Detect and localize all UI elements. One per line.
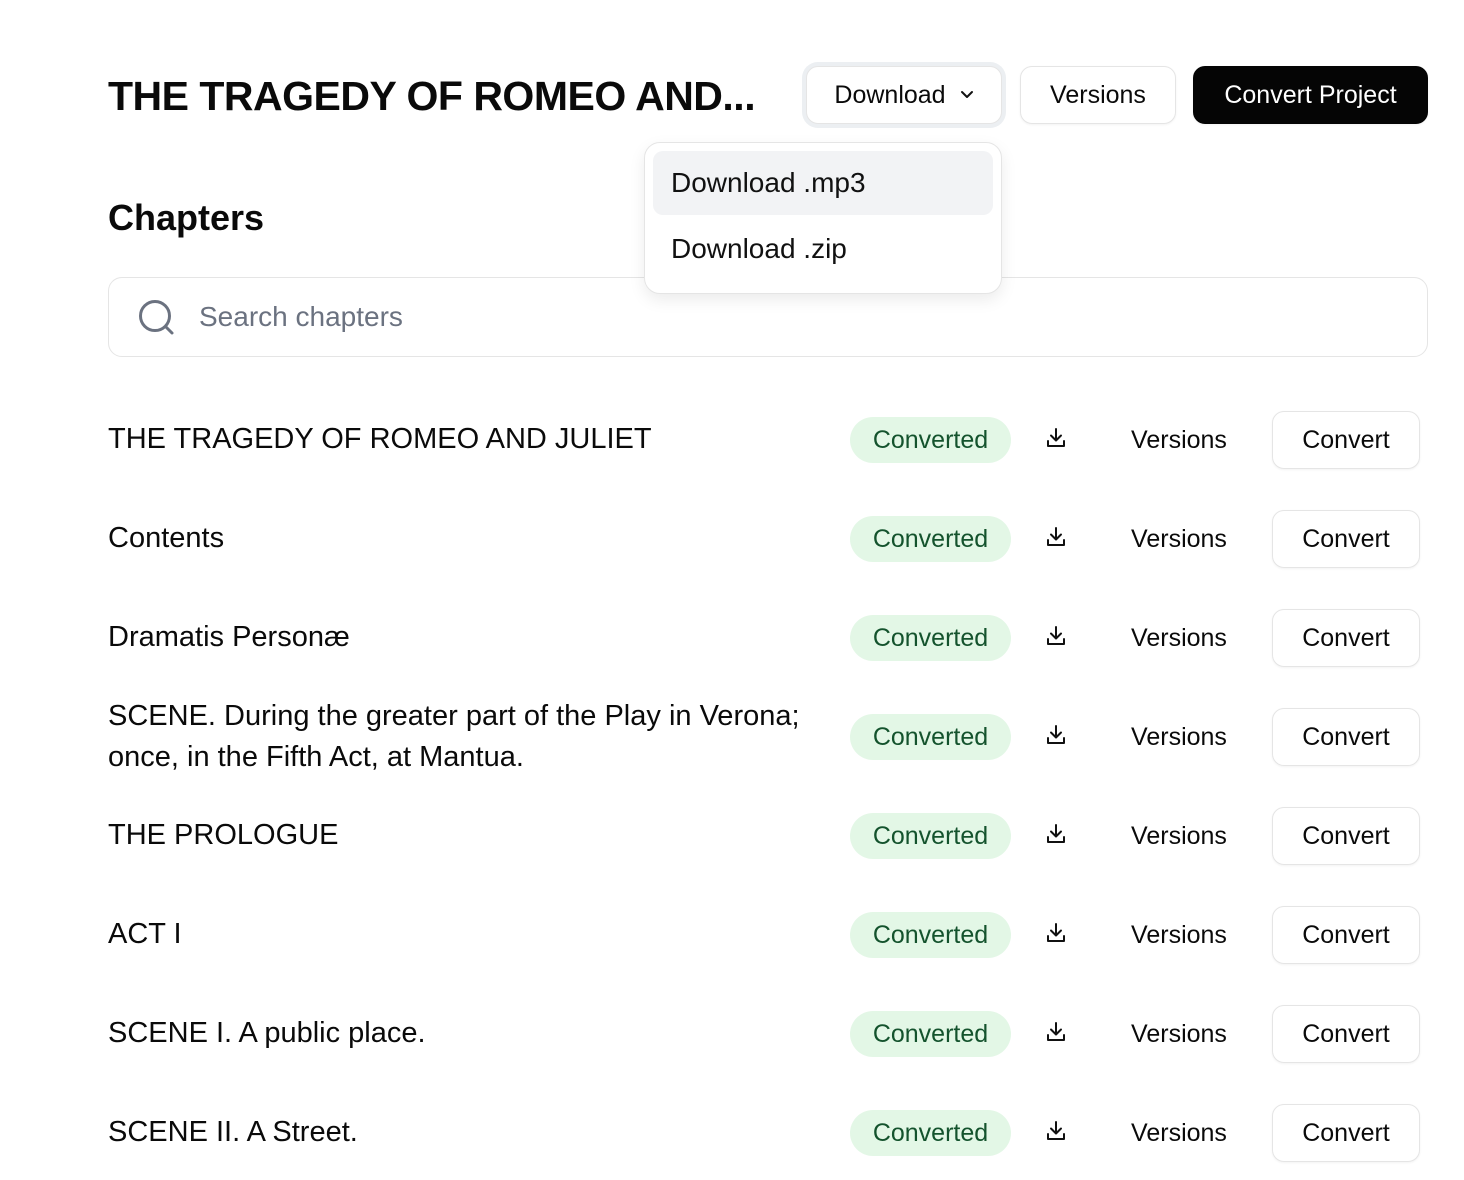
chapter-convert-button[interactable]: Convert (1272, 807, 1420, 865)
chapter-title: Contents (108, 522, 225, 554)
download-icon (1045, 526, 1067, 553)
chapter-download-button[interactable] (1038, 522, 1074, 556)
chapter-row: Dramatis Personæ Converted Versions Conv… (0, 588, 1464, 687)
chapter-title: SCENE II. A Street. (108, 1116, 358, 1148)
chapter-convert-button[interactable]: Convert (1272, 906, 1420, 964)
chapter-title: ACT I (108, 918, 182, 950)
download-icon (1045, 427, 1067, 454)
chapter-row: Contents Converted Versions Convert (0, 489, 1464, 588)
chapter-versions-button[interactable]: Versions (1104, 912, 1254, 958)
chapter-download-button[interactable] (1038, 918, 1074, 952)
chevron-down-icon (960, 90, 974, 100)
chapter-download-button[interactable] (1038, 720, 1074, 754)
project-header: THE TRAGEDY OF ROMEO AND... Download Ver… (108, 66, 1428, 126)
chapter-versions-button[interactable]: Versions (1104, 714, 1254, 760)
chapters-heading: Chapters (108, 197, 265, 238)
chapter-convert-button[interactable]: Convert (1272, 510, 1420, 568)
chapter-row: THE TRAGEDY OF ROMEO AND JULIET Converte… (0, 390, 1464, 489)
chapter-download-button[interactable] (1038, 621, 1074, 655)
chapter-convert-button[interactable]: Convert (1272, 1104, 1420, 1162)
download-button-label: Download (834, 80, 946, 109)
search-icon (137, 298, 177, 343)
download-icon (1045, 823, 1067, 850)
chapter-list: THE TRAGEDY OF ROMEO AND JULIET Converte… (0, 390, 1464, 1180)
download-icon (1045, 625, 1067, 652)
chapter-versions-button[interactable]: Versions (1104, 1110, 1254, 1156)
status-badge: Converted (850, 417, 1011, 463)
menu-item-download-zip[interactable]: Download .zip (653, 217, 993, 281)
chapter-versions-button[interactable]: Versions (1104, 516, 1254, 562)
chapter-download-button[interactable] (1038, 423, 1074, 457)
chapter-download-button[interactable] (1038, 819, 1074, 853)
chapter-versions-button[interactable]: Versions (1104, 417, 1254, 463)
versions-button[interactable]: Versions (1020, 66, 1176, 124)
status-badge: Converted (850, 1110, 1011, 1156)
chapter-versions-button[interactable]: Versions (1104, 1011, 1254, 1057)
chapter-convert-button[interactable]: Convert (1272, 609, 1420, 667)
chapter-download-button[interactable] (1038, 1017, 1074, 1051)
project-title: THE TRAGEDY OF ROMEO AND... (108, 73, 756, 119)
download-icon (1045, 1120, 1067, 1147)
status-badge: Converted (850, 813, 1011, 859)
status-badge: Converted (850, 912, 1011, 958)
status-badge: Converted (850, 516, 1011, 562)
download-button[interactable]: Download (806, 66, 1002, 124)
status-badge: Converted (850, 615, 1011, 661)
chapter-convert-button[interactable]: Convert (1272, 1005, 1420, 1063)
chapter-row: THE PROLOGUE Converted Versions Convert (0, 786, 1464, 885)
convert-project-button[interactable]: Convert Project (1193, 66, 1428, 124)
chapter-convert-button[interactable]: Convert (1272, 411, 1420, 469)
chapter-title: SCENE I. A public place. (108, 1017, 426, 1049)
chapter-row: SCENE. During the greater part of the Pl… (0, 687, 1464, 786)
chapter-row: ACT I Converted Versions Convert (0, 885, 1464, 984)
chapter-title: THE TRAGEDY OF ROMEO AND JULIET (108, 423, 652, 455)
download-icon (1045, 724, 1067, 751)
chapter-convert-button[interactable]: Convert (1272, 708, 1420, 766)
chapter-title: THE PROLOGUE (108, 819, 339, 851)
chapter-row: SCENE II. A Street. Converted Versions C… (0, 1083, 1464, 1180)
project-page: THE TRAGEDY OF ROMEO AND... Download Ver… (0, 0, 1464, 1180)
download-dropdown-menu: Download .mp3 Download .zip (644, 142, 1002, 294)
status-badge: Converted (850, 1011, 1011, 1057)
chapter-versions-button[interactable]: Versions (1104, 813, 1254, 859)
chapter-row: SCENE I. A public place. Converted Versi… (0, 984, 1464, 1083)
chapter-versions-button[interactable]: Versions (1104, 615, 1254, 661)
download-icon (1045, 1021, 1067, 1048)
download-icon (1045, 922, 1067, 949)
status-badge: Converted (850, 714, 1011, 760)
menu-item-download-mp3[interactable]: Download .mp3 (653, 151, 993, 215)
chapter-title: SCENE. During the greater part of the Pl… (108, 699, 800, 773)
chapter-title: Dramatis Personæ (108, 621, 350, 653)
chapter-download-button[interactable] (1038, 1116, 1074, 1150)
